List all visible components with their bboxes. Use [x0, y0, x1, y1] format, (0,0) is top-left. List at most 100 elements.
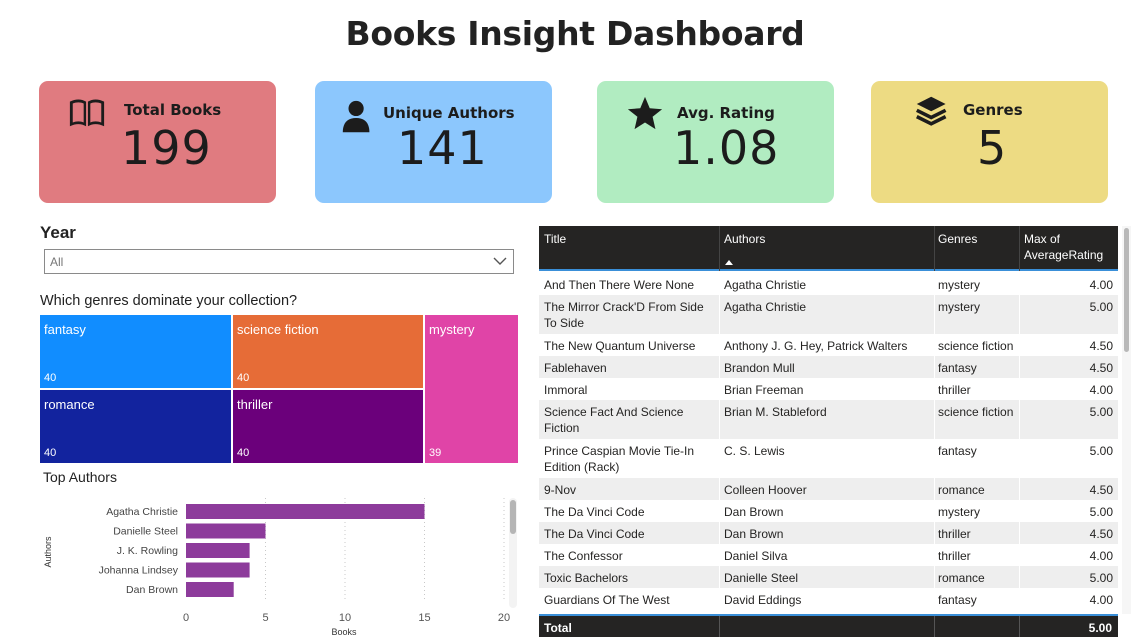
cell-authors: Agatha Christie [724, 278, 807, 292]
cell-genre: thriller [938, 383, 971, 397]
table-row[interactable]: Guardians Of The West David Eddings fantas… [539, 588, 1118, 610]
cell-authors: Anthony J. G. Hey, Patrick Walters [724, 339, 908, 353]
chevron-down-icon[interactable] [493, 254, 507, 268]
cell-rating: 5.00 [1089, 405, 1113, 419]
author-bar[interactable] [186, 562, 250, 578]
kpi-card-total-books[interactable]: Total Books 199 [39, 81, 276, 203]
treemap-tile-thriller[interactable]: thriller 40 [233, 390, 423, 463]
cell-genre: fantasy [938, 361, 977, 375]
kpi-card-genres[interactable]: Genres 5 [871, 81, 1108, 203]
author-label: Agatha Christie [106, 506, 178, 518]
author-label: Johanna Lindsey [99, 565, 179, 577]
table-row[interactable]: Immoral Brian Freeman thriller 4.00 [539, 378, 1118, 400]
chart-scrollbar-thumb[interactable] [510, 500, 516, 534]
cell-genre: mystery [938, 505, 980, 519]
tile-count: 40 [237, 372, 250, 384]
tile-count: 40 [44, 372, 57, 384]
cell-title: 9-Nov [544, 483, 577, 497]
treemap-tile-mystery[interactable]: mystery 39 [425, 315, 518, 463]
x-tick-label: 20 [498, 612, 510, 624]
tile-label: thriller [237, 397, 273, 412]
author-bar[interactable] [186, 582, 234, 597]
chart-scrollbar[interactable] [509, 498, 517, 608]
table-row[interactable]: The Da Vinci Code Dan Brown thriller 4.50 [539, 522, 1118, 544]
cell-rating: 5.00 [1089, 505, 1113, 519]
total-label: Total [544, 621, 572, 635]
treemap-tile-science-fiction[interactable]: science fiction 40 [233, 315, 423, 388]
kpi-card-unique-authors[interactable]: Unique Authors 141 [315, 81, 552, 203]
table-row[interactable]: Prince Caspian Movie Tie-In Edition (Rac… [539, 439, 1118, 478]
cell-title: The New Quantum Universe [544, 339, 696, 353]
layers-icon [915, 96, 947, 126]
sort-ascending-icon[interactable] [725, 260, 733, 265]
year-slicer-label: Year [40, 223, 76, 242]
kpi-card-avg-rating[interactable]: Avg. Rating 1.08 [597, 81, 834, 203]
author-bar[interactable] [186, 543, 250, 558]
tile-count: 40 [44, 447, 57, 459]
table-row[interactable]: 9-Nov Colleen Hoover romance 4.50 [539, 478, 1118, 500]
cell-genre: thriller [938, 549, 971, 563]
author-label: J. K. Rowling [117, 545, 178, 557]
column-header-title[interactable]: Title [544, 231, 566, 247]
column-header-genres[interactable]: Genres [938, 231, 977, 247]
cell-genre: science fiction [938, 339, 1014, 353]
x-tick-label: 5 [262, 612, 268, 624]
cell-title: And Then There Were None [544, 278, 695, 292]
kpi-value: 141 [397, 121, 488, 175]
cell-title: Science Fact And Science Fiction [544, 405, 684, 435]
column-header-rating[interactable]: Max of AverageRating [1024, 231, 1106, 263]
cell-genre: thriller [938, 527, 971, 541]
cell-title: The Da Vinci Code [544, 527, 645, 541]
x-tick-label: 15 [418, 612, 430, 624]
table-row[interactable]: Toxic Bachelors Danielle Steel romance 5.00 [539, 566, 1118, 588]
author-label: Danielle Steel [113, 526, 178, 538]
table-total-row: Total 5.00 [539, 614, 1118, 637]
cell-authors: Agatha Christie [724, 300, 807, 314]
cell-authors: Brian M. Stableford [724, 405, 827, 419]
cell-genre: science fiction [938, 405, 1014, 419]
year-dropdown-value: All [50, 255, 64, 269]
cell-title: The Mirror Crack'D From Side To Side [544, 300, 704, 330]
table-row[interactable]: Science Fact And Science Fiction Brian M.… [539, 400, 1118, 439]
cell-rating: 4.50 [1089, 361, 1113, 375]
column-header-authors[interactable]: Authors [724, 231, 765, 247]
y-axis-title: Authors [43, 536, 53, 568]
kpi-value: 199 [121, 121, 212, 175]
cell-rating: 5.00 [1089, 444, 1113, 458]
cell-title: Guardians Of The West [544, 593, 670, 607]
kpi-value: 1.08 [673, 121, 780, 175]
cell-rating: 5.00 [1089, 300, 1113, 314]
cell-rating: 4.00 [1089, 278, 1113, 292]
table-row[interactable]: The New Quantum Universe Anthony J. G. He… [539, 334, 1118, 356]
tile-label: fantasy [44, 322, 86, 337]
book-open-icon [69, 99, 105, 127]
author-label: Dan Brown [126, 584, 178, 596]
cell-genre: romance [938, 483, 985, 497]
table-row[interactable]: And Then There Were None Agatha Christie m… [539, 273, 1118, 295]
author-bar[interactable] [186, 523, 266, 539]
cell-rating: 5.00 [1089, 571, 1113, 585]
cell-title: Prince Caspian Movie Tie-In Edition (Rac… [544, 444, 695, 474]
cell-authors: Dan Brown [724, 527, 784, 541]
cell-rating: 4.00 [1089, 383, 1113, 397]
table-scrollbar[interactable] [1122, 226, 1131, 614]
top-authors-bar-chart: 0 5 10 15 20 Agatha Christie Danielle Steel J. … [43, 498, 510, 637]
user-icon [342, 100, 370, 133]
author-bar[interactable] [186, 504, 425, 519]
total-value: 5.00 [1088, 621, 1112, 635]
cell-authors: Brian Freeman [724, 383, 804, 397]
table-row[interactable]: The Mirror Crack'D From Side To Side Agat… [539, 295, 1118, 334]
treemap-tile-fantasy[interactable]: fantasy 40 [40, 315, 231, 388]
star-icon [627, 96, 663, 130]
year-dropdown[interactable]: All [44, 249, 514, 274]
table-scrollbar-thumb[interactable] [1124, 228, 1129, 352]
x-tick-label: 10 [339, 612, 351, 624]
cell-rating: 4.00 [1089, 593, 1113, 607]
cell-authors: Dan Brown [724, 505, 784, 519]
cell-rating: 4.50 [1089, 527, 1113, 541]
table-row[interactable]: The Confessor Daniel Silva thriller 4.00 [539, 544, 1118, 566]
table-row[interactable]: Fablehaven Brandon Mull fantasy 4.50 [539, 356, 1118, 378]
treemap-tile-romance[interactable]: romance 40 [40, 390, 231, 463]
table-header: Title Authors Genres Max of AverageRatin… [539, 226, 1118, 271]
table-row[interactable]: The Da Vinci Code Dan Brown mystery 5.00 [539, 500, 1118, 522]
